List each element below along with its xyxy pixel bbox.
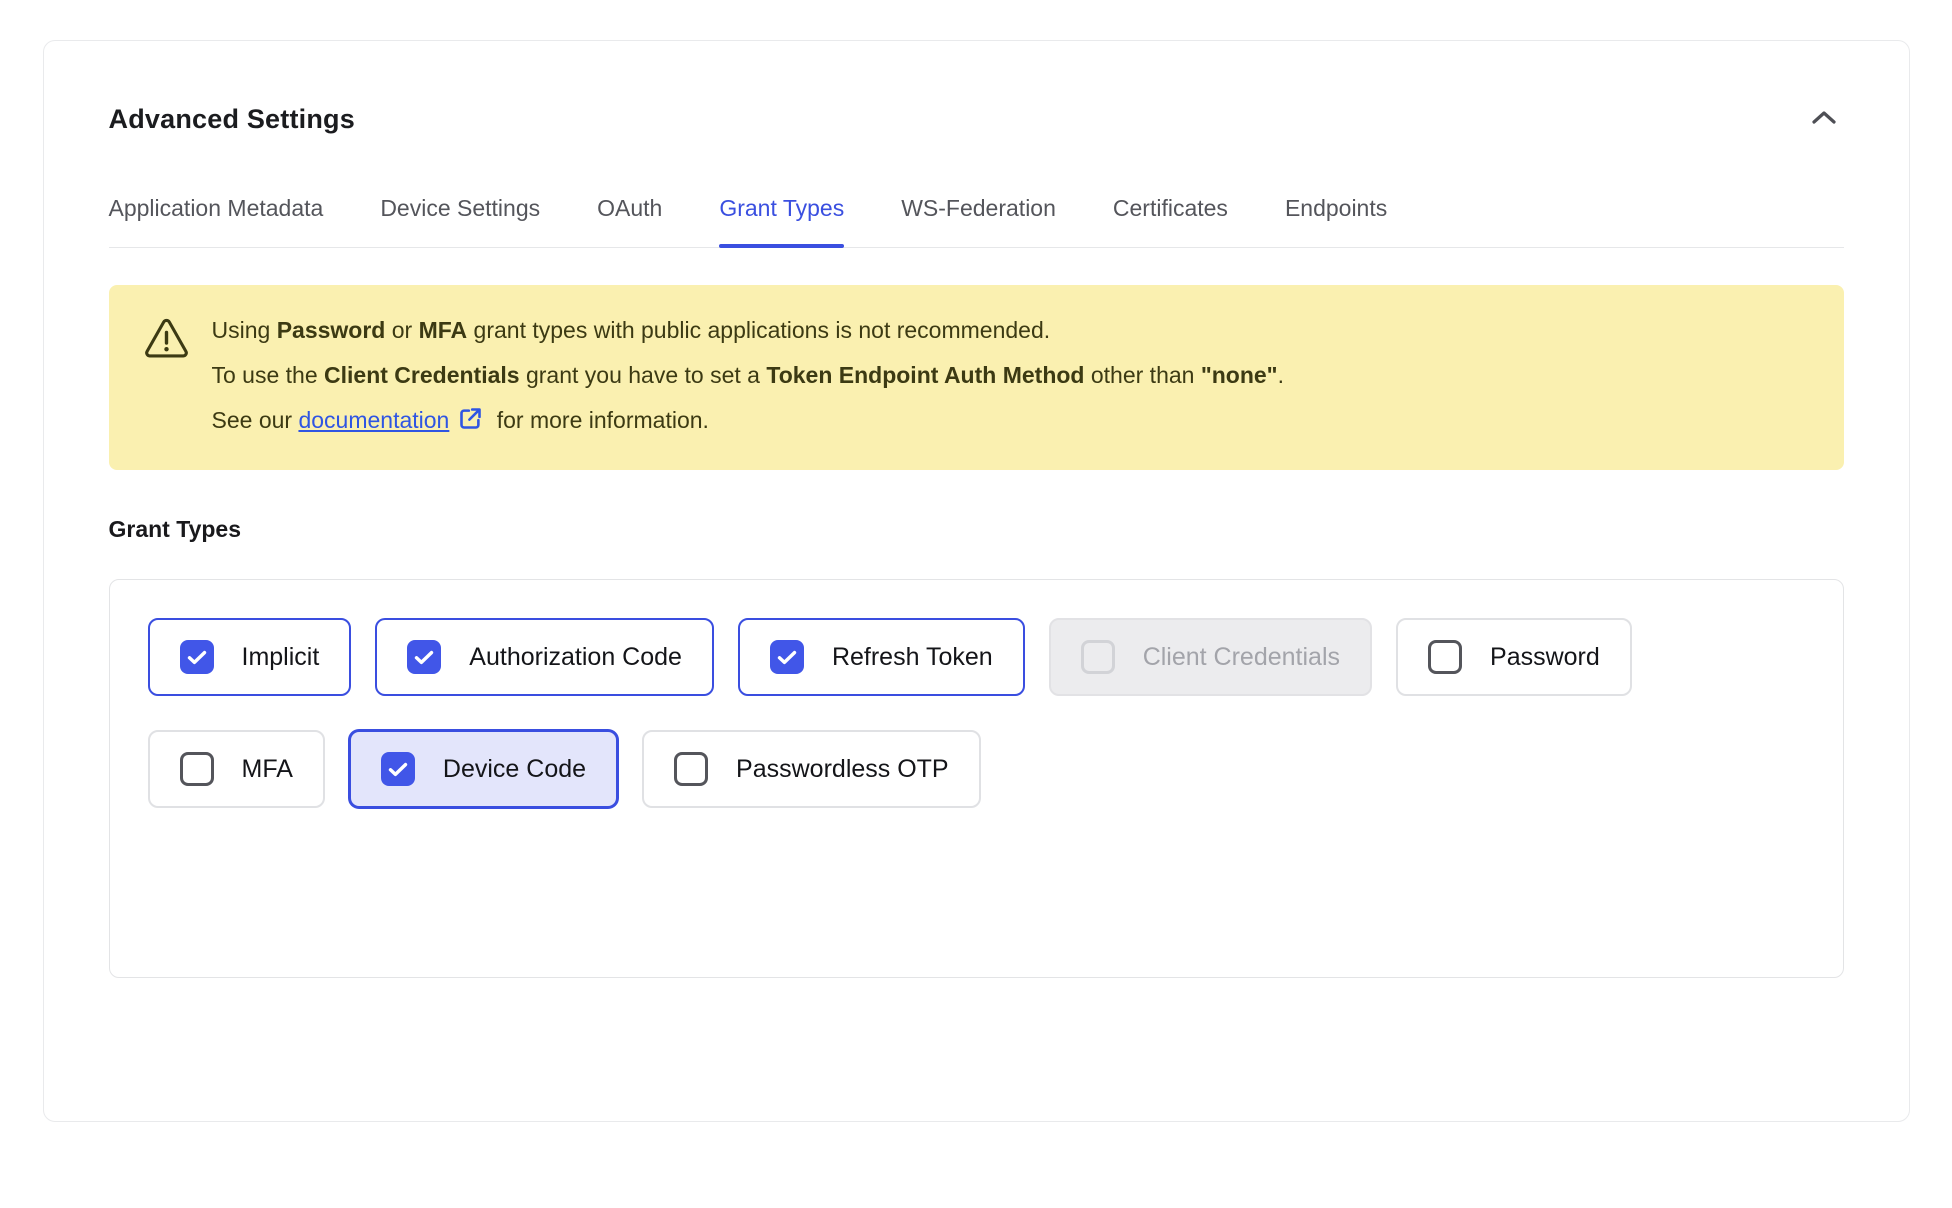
collapse-button[interactable]: [1804, 103, 1844, 135]
warning-banner: Using Password or MFA grant types with p…: [109, 285, 1844, 470]
text-segment-bold: Token Endpoint Auth Method: [766, 362, 1084, 388]
grant-types-row-2: MFA Device Code Passwordless OTP: [148, 730, 1805, 808]
tabs-bar: Application Metadata Device Settings OAu…: [109, 195, 1844, 248]
text-segment: grant types with public applications is …: [467, 317, 1050, 343]
grant-types-section-label: Grant Types: [109, 516, 1844, 543]
text-segment: Using: [212, 317, 277, 343]
text-segment-bold: Client Credentials: [324, 362, 520, 388]
chip-label: Device Code: [443, 755, 586, 784]
checkbox-unchecked-disabled: [1081, 640, 1115, 674]
text-segment-bold: MFA: [419, 317, 468, 343]
checkbox-checked: [407, 640, 441, 674]
checkbox-unchecked: [1428, 640, 1462, 674]
checkbox-unchecked: [674, 752, 708, 786]
warning-text: Using Password or MFA grant types with p…: [212, 308, 1284, 447]
chevron-up-icon: [1810, 109, 1838, 129]
grant-type-client-credentials: Client Credentials: [1049, 618, 1372, 696]
checkmark-icon: [388, 762, 408, 777]
chip-label: MFA: [242, 755, 293, 784]
text-segment: other than: [1084, 362, 1200, 388]
chip-label: Authorization Code: [469, 643, 682, 672]
text-segment-bold: "none": [1201, 362, 1278, 388]
advanced-settings-card: Advanced Settings Application Metadata D…: [43, 40, 1910, 1122]
text-segment: To use the: [212, 362, 325, 388]
text-segment: for more information.: [490, 407, 709, 433]
banner-line-2: To use the Client Credentials grant you …: [212, 353, 1284, 398]
tab-application-metadata[interactable]: Application Metadata: [109, 195, 324, 247]
text-segment: See our: [212, 407, 299, 433]
banner-line-3: See our documentation for more informati…: [212, 398, 1284, 447]
grant-type-passwordless-otp[interactable]: Passwordless OTP: [642, 730, 981, 808]
external-link-icon: [457, 402, 484, 447]
tab-oauth[interactable]: OAuth: [597, 195, 662, 247]
text-segment: or: [385, 317, 418, 343]
checkbox-checked: [770, 640, 804, 674]
text-segment-bold: Password: [277, 317, 386, 343]
checkbox-checked: [381, 752, 415, 786]
warning-icon: [143, 317, 190, 447]
page-title: Advanced Settings: [109, 104, 355, 135]
chip-label: Refresh Token: [832, 643, 993, 672]
grant-type-authorization-code[interactable]: Authorization Code: [375, 618, 714, 696]
text-segment: grant you have to set a: [520, 362, 767, 388]
grant-type-device-code[interactable]: Device Code: [349, 730, 618, 808]
grant-type-implicit[interactable]: Implicit: [148, 618, 352, 696]
tab-certificates[interactable]: Certificates: [1113, 195, 1228, 247]
checkmark-icon: [777, 650, 797, 665]
banner-line-1: Using Password or MFA grant types with p…: [212, 308, 1284, 353]
checkmark-icon: [414, 650, 434, 665]
grant-type-password[interactable]: Password: [1396, 618, 1632, 696]
checkmark-icon: [187, 650, 207, 665]
chip-label: Password: [1490, 643, 1600, 672]
tab-device-settings[interactable]: Device Settings: [380, 195, 540, 247]
card-header: Advanced Settings: [109, 103, 1844, 135]
text-segment: .: [1278, 362, 1284, 388]
grant-types-box: Implicit Authorization Code Refresh Toke…: [109, 579, 1844, 978]
chip-label: Implicit: [242, 643, 320, 672]
tab-ws-federation[interactable]: WS-Federation: [901, 195, 1056, 247]
grant-type-refresh-token[interactable]: Refresh Token: [738, 618, 1025, 696]
grant-type-mfa[interactable]: MFA: [148, 730, 325, 808]
chip-label: Passwordless OTP: [736, 755, 949, 784]
grant-types-row-1: Implicit Authorization Code Refresh Toke…: [148, 618, 1805, 696]
tab-grant-types[interactable]: Grant Types: [719, 195, 844, 247]
chip-label: Client Credentials: [1143, 643, 1340, 672]
checkbox-unchecked: [180, 752, 214, 786]
checkbox-checked: [180, 640, 214, 674]
documentation-link[interactable]: documentation: [298, 407, 449, 433]
tab-endpoints[interactable]: Endpoints: [1285, 195, 1387, 247]
